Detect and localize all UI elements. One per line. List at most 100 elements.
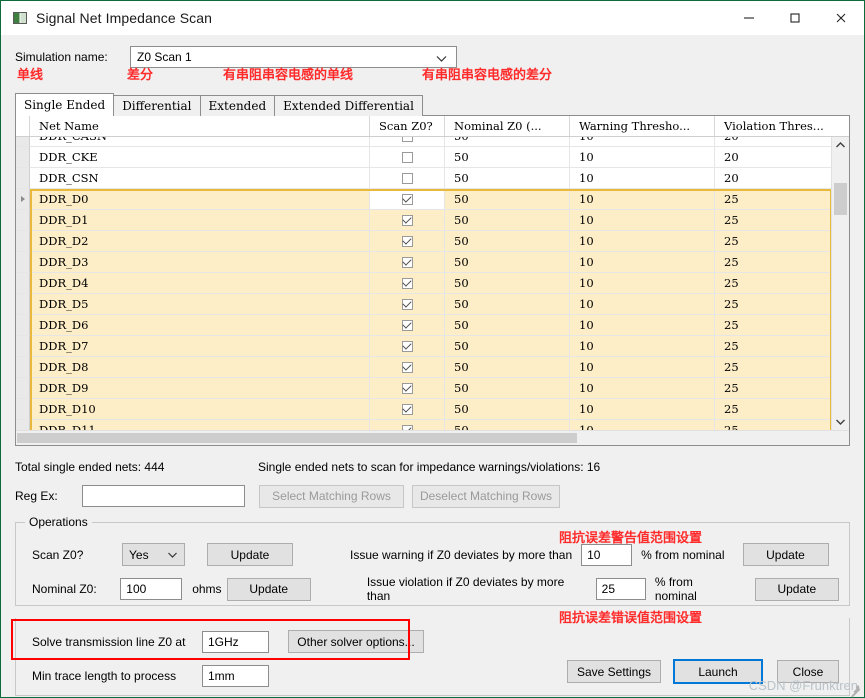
tab-extended-differential[interactable]: Extended Differential: [274, 95, 423, 116]
tab-extended[interactable]: Extended: [200, 95, 276, 116]
column-header-warning-threshold[interactable]: Warning Thresho...: [570, 116, 715, 136]
cell-scan-z0[interactable]: [370, 294, 445, 315]
table-row[interactable]: DDR_CKE501020: [16, 147, 849, 168]
cell-scan-z0[interactable]: [370, 357, 445, 378]
row-selector-cell[interactable]: [16, 231, 30, 252]
row-selector-cell[interactable]: [16, 210, 30, 231]
nominal-z0-input[interactable]: 100: [120, 578, 182, 600]
row-selector-cell[interactable]: [16, 315, 30, 336]
table-row[interactable]: DDR_CASN501020: [16, 137, 849, 147]
table-row[interactable]: DDR_D2501025: [16, 231, 849, 252]
row-selector-cell[interactable]: [16, 420, 30, 430]
checkbox-scan-z0[interactable]: [402, 404, 413, 415]
row-selector-cell[interactable]: [16, 336, 30, 357]
table-row[interactable]: DDR_D4501025: [16, 273, 849, 294]
cell-violation-threshold: 25: [715, 399, 849, 420]
nominal-z0-update-button[interactable]: Update: [227, 578, 311, 601]
checkbox-scan-z0[interactable]: [402, 257, 413, 268]
table-row[interactable]: DDR_D10501025: [16, 399, 849, 420]
violation-threshold-input[interactable]: 25: [596, 578, 646, 600]
other-solver-options-button[interactable]: Other solver options...: [288, 630, 424, 653]
column-header-violation-threshold[interactable]: Violation Thres...: [715, 116, 860, 136]
regex-input[interactable]: [82, 485, 245, 507]
row-selector-cell[interactable]: [16, 357, 30, 378]
checkbox-scan-z0[interactable]: [402, 194, 413, 205]
table-row[interactable]: DDR_D11501025: [16, 420, 849, 430]
maximize-button[interactable]: [772, 1, 818, 34]
cell-scan-z0[interactable]: [370, 252, 445, 273]
vertical-scrollbar-thumb[interactable]: [834, 183, 847, 215]
checkbox-scan-z0[interactable]: [402, 383, 413, 394]
table-row[interactable]: DDR_D0501025: [16, 189, 849, 210]
scroll-down-icon[interactable]: [832, 413, 849, 430]
checkbox-scan-z0[interactable]: [402, 341, 413, 352]
checkbox-scan-z0[interactable]: [402, 215, 413, 226]
horizontal-scrollbar-thumb[interactable]: [17, 433, 577, 443]
cell-scan-z0[interactable]: [370, 147, 445, 168]
row-selector-cell[interactable]: [16, 189, 30, 210]
save-settings-button[interactable]: Save Settings: [567, 660, 661, 683]
table-row[interactable]: DDR_D7501025: [16, 336, 849, 357]
column-header-net-name[interactable]: Net Name: [30, 116, 370, 136]
cell-net-name: DDR_CSN: [30, 168, 370, 189]
violation-update-button[interactable]: Update: [755, 578, 839, 601]
table-row[interactable]: DDR_D3501025: [16, 252, 849, 273]
cell-scan-z0[interactable]: [370, 189, 445, 210]
table-row[interactable]: DDR_D9501025: [16, 378, 849, 399]
scan-z0-select[interactable]: Yes: [122, 543, 185, 566]
checkbox-scan-z0[interactable]: [402, 137, 413, 142]
select-matching-rows-button[interactable]: Select Matching Rows: [259, 485, 404, 508]
close-button[interactable]: [818, 1, 864, 34]
checkbox-scan-z0[interactable]: [402, 152, 413, 163]
table-row[interactable]: DDR_D1501025: [16, 210, 849, 231]
table-row[interactable]: DDR_D5501025: [16, 294, 849, 315]
row-selector-cell[interactable]: [16, 137, 30, 147]
cell-scan-z0[interactable]: [370, 420, 445, 430]
cell-scan-z0[interactable]: [370, 210, 445, 231]
cell-net-name: DDR_D10: [30, 399, 370, 420]
row-selector-cell[interactable]: [16, 378, 30, 399]
simulation-name-combo[interactable]: Z0 Scan 1: [130, 46, 457, 68]
row-selector-cell[interactable]: [16, 294, 30, 315]
table-row[interactable]: DDR_D8501025: [16, 357, 849, 378]
cell-scan-z0[interactable]: [370, 273, 445, 294]
scroll-up-icon[interactable]: [832, 137, 849, 154]
column-header-scan-z0[interactable]: Scan Z0?: [370, 116, 445, 136]
checkbox-scan-z0[interactable]: [402, 299, 413, 310]
row-selector-cell[interactable]: [16, 273, 30, 294]
cell-scan-z0[interactable]: [370, 378, 445, 399]
launch-button[interactable]: Launch: [673, 659, 763, 684]
column-header-nominal-z0[interactable]: Nominal Z0 (...: [445, 116, 570, 136]
cell-scan-z0[interactable]: [370, 399, 445, 420]
cell-scan-z0[interactable]: [370, 137, 445, 147]
checkbox-scan-z0[interactable]: [402, 278, 413, 289]
scan-z0-update-button[interactable]: Update: [207, 543, 293, 566]
close-dialog-button[interactable]: Close: [777, 660, 839, 683]
cell-scan-z0[interactable]: [370, 168, 445, 189]
horizontal-scrollbar[interactable]: [16, 430, 849, 445]
cell-nominal-z0: 50: [445, 294, 570, 315]
row-selector-cell[interactable]: [16, 168, 30, 189]
cell-scan-z0[interactable]: [370, 315, 445, 336]
checkbox-scan-z0[interactable]: [402, 320, 413, 331]
warning-threshold-input[interactable]: 10: [581, 544, 632, 566]
cell-scan-z0[interactable]: [370, 336, 445, 357]
row-selector-cell[interactable]: [16, 399, 30, 420]
minimize-button[interactable]: [726, 1, 772, 34]
tab-single-ended[interactable]: Single Ended: [15, 93, 114, 116]
cell-scan-z0[interactable]: [370, 231, 445, 252]
vertical-scrollbar[interactable]: [831, 137, 849, 430]
app-icon: [13, 12, 27, 24]
table-row[interactable]: DDR_D6501025: [16, 315, 849, 336]
table-row[interactable]: DDR_CSN501020: [16, 168, 849, 189]
row-selector-cell[interactable]: [16, 252, 30, 273]
checkbox-scan-z0[interactable]: [402, 362, 413, 373]
deselect-matching-rows-button[interactable]: Deselect Matching Rows: [412, 485, 560, 508]
checkbox-scan-z0[interactable]: [402, 173, 413, 184]
checkbox-scan-z0[interactable]: [402, 236, 413, 247]
warning-update-button[interactable]: Update: [743, 543, 829, 566]
solver-frequency-input[interactable]: 1GHz: [202, 631, 269, 653]
tab-differential[interactable]: Differential: [113, 95, 200, 116]
row-selector-cell[interactable]: [16, 147, 30, 168]
min-trace-length-input[interactable]: 1mm: [202, 665, 269, 687]
